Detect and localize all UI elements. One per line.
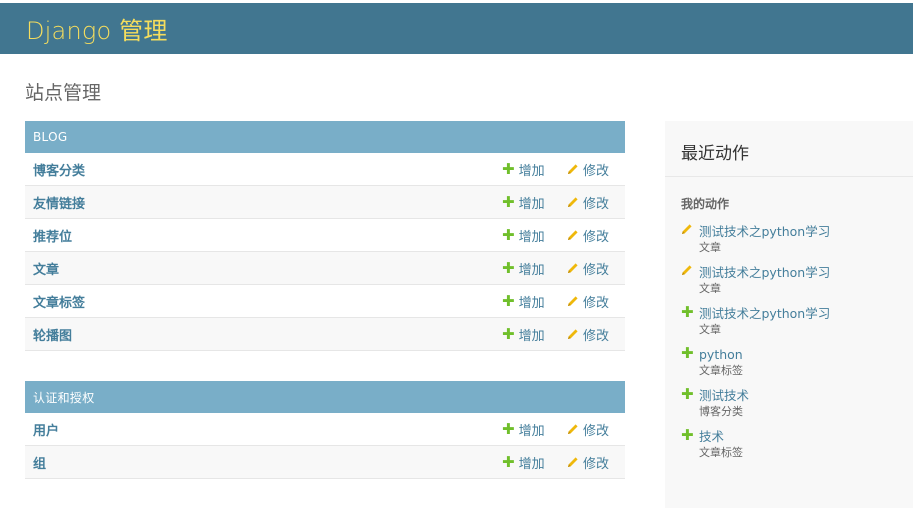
change-label: 修改	[583, 262, 610, 278]
add-link[interactable]: ✚ 增加	[502, 453, 545, 472]
recent-action-link[interactable]: 测试技术之python学习	[699, 264, 913, 281]
change-link[interactable]: 修改	[567, 160, 609, 179]
page-title: 站点管理	[25, 82, 102, 104]
change-label: 修改	[583, 423, 610, 439]
add-icon: ✚	[681, 303, 694, 321]
recent-action-item: ✚ 测试技术 博客分类	[665, 387, 913, 419]
model-row-group: 组 ✚ 增加 修改	[25, 446, 625, 479]
edit-icon	[682, 224, 692, 234]
recent-action-link[interactable]: 测试技术之python学习	[699, 305, 913, 322]
add-label: 增加	[518, 423, 545, 439]
add-label: 增加	[518, 229, 545, 245]
edit-icon	[568, 457, 578, 467]
edit-icon	[568, 197, 578, 207]
recent-action-type: 博客分类	[699, 405, 743, 418]
add-icon: ✚	[681, 344, 694, 362]
add-label: 增加	[518, 163, 545, 179]
change-label: 修改	[583, 456, 610, 472]
edit-icon	[568, 296, 578, 306]
add-label: 增加	[518, 456, 545, 472]
recent-actions-title: 最近动作	[665, 121, 913, 177]
recent-action-item: 测试技术之python学习 文章	[665, 223, 913, 255]
recent-action-type: 文章标签	[699, 446, 743, 459]
module-caption[interactable]: BLOG	[25, 121, 625, 153]
recent-action-item: 测试技术之python学习 文章	[665, 264, 913, 296]
recent-action-item: ✚ 测试技术之python学习 文章	[665, 305, 913, 337]
change-link[interactable]: 修改	[567, 193, 609, 212]
recent-action-type: 文章	[699, 282, 721, 295]
add-link[interactable]: ✚ 增加	[502, 325, 545, 344]
model-row-user: 用户 ✚ 增加 修改	[25, 413, 625, 446]
change-link[interactable]: 修改	[567, 453, 609, 472]
model-row-carousel: 轮播图 ✚ 增加 修改	[25, 318, 625, 351]
add-icon: ✚	[502, 324, 515, 343]
site-branding[interactable]: Django 管理	[26, 11, 168, 46]
change-link[interactable]: 修改	[567, 420, 609, 439]
add-label: 增加	[518, 196, 545, 212]
recent-actions-panel: 最近动作 我的动作 测试技术之python学习 文章 测试技术之python学习…	[665, 121, 913, 508]
change-label: 修改	[583, 163, 610, 179]
model-row-friend-link: 友情链接 ✚ 增加 修改	[25, 186, 625, 219]
edit-icon	[568, 263, 578, 273]
recent-action-item: ✚ python 文章标签	[665, 346, 913, 378]
recent-action-link[interactable]: 技术	[699, 428, 913, 445]
change-label: 修改	[583, 196, 610, 212]
recent-action-item: ✚ 技术 文章标签	[665, 428, 913, 460]
change-link[interactable]: 修改	[567, 259, 609, 278]
edit-icon	[568, 329, 578, 339]
model-row-article-tag: 文章标签 ✚ 增加 修改	[25, 285, 625, 318]
add-icon: ✚	[502, 258, 515, 277]
model-row-recommend: 推荐位 ✚ 增加 修改	[25, 219, 625, 252]
add-label: 增加	[518, 328, 545, 344]
recent-action-link[interactable]: 测试技术之python学习	[699, 223, 913, 240]
add-link[interactable]: ✚ 增加	[502, 226, 545, 245]
change-label: 修改	[583, 229, 610, 245]
add-link[interactable]: ✚ 增加	[502, 160, 545, 179]
add-label: 增加	[518, 262, 545, 278]
edit-icon	[682, 265, 692, 275]
module-caption[interactable]: 认证和授权	[25, 381, 625, 413]
recent-action-link[interactable]: python	[699, 346, 913, 363]
change-link[interactable]: 修改	[567, 292, 609, 311]
add-icon: ✚	[502, 419, 515, 438]
my-actions-heading: 我的动作	[681, 197, 730, 211]
change-link[interactable]: 修改	[567, 226, 609, 245]
recent-action-type: 文章	[699, 241, 721, 254]
add-link[interactable]: ✚ 增加	[502, 193, 545, 212]
add-icon: ✚	[502, 291, 515, 310]
edit-icon	[568, 424, 578, 434]
edit-icon	[568, 164, 578, 174]
change-label: 修改	[583, 295, 610, 311]
add-icon: ✚	[502, 192, 515, 211]
add-icon: ✚	[502, 159, 515, 178]
add-icon: ✚	[502, 452, 515, 471]
add-icon: ✚	[502, 225, 515, 244]
change-link[interactable]: 修改	[567, 325, 609, 344]
add-link[interactable]: ✚ 增加	[502, 420, 545, 439]
add-icon: ✚	[681, 385, 694, 403]
add-label: 增加	[518, 295, 545, 311]
header: Django 管理	[0, 3, 913, 54]
add-link[interactable]: ✚ 增加	[502, 259, 545, 278]
model-row-blog-category: 博客分类 ✚ 增加 修改	[25, 153, 625, 186]
edit-icon	[568, 230, 578, 240]
recent-action-type: 文章	[699, 323, 721, 336]
change-label: 修改	[583, 328, 610, 344]
app-module-blog: BLOG 博客分类 ✚ 增加 修改 友情链接 ✚ 增加 修改 推荐位 ✚ 增加 修改 …	[25, 121, 625, 351]
recent-action-type: 文章标签	[699, 364, 743, 377]
app-module-auth: 认证和授权 用户 ✚ 增加 修改 组 ✚ 增加 修改	[25, 381, 625, 479]
model-row-article: 文章 ✚ 增加 修改	[25, 252, 625, 285]
add-link[interactable]: ✚ 增加	[502, 292, 545, 311]
add-icon: ✚	[681, 426, 694, 444]
recent-action-link[interactable]: 测试技术	[699, 387, 913, 404]
